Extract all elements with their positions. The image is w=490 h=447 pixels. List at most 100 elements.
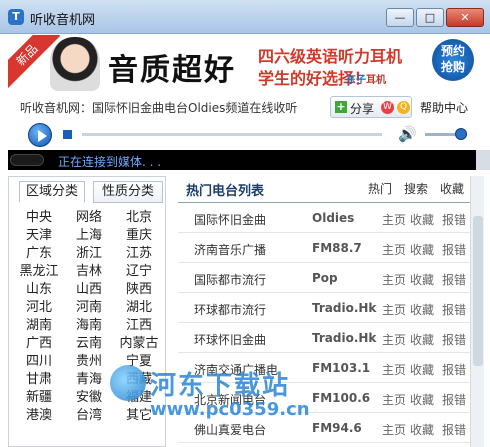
station-report-link[interactable]: 报错: [442, 361, 466, 378]
station-favorite-link[interactable]: 收藏: [410, 331, 434, 348]
region-item[interactable]: 重庆: [115, 224, 163, 243]
station-favorite-link[interactable]: 收藏: [410, 301, 434, 318]
station-report-link[interactable]: 报错: [442, 331, 466, 348]
region-item[interactable]: 山西: [65, 278, 113, 297]
station-favorite-link[interactable]: 收藏: [410, 391, 434, 408]
close-button[interactable]: ✕: [446, 8, 484, 27]
qzone-icon[interactable]: Q: [397, 101, 410, 114]
region-item[interactable]: 中央: [15, 206, 63, 225]
station-name[interactable]: 国际怀旧金曲: [194, 211, 266, 228]
station-report-link[interactable]: 报错: [442, 211, 466, 228]
region-item[interactable]: 港澳: [15, 404, 63, 423]
tab-region[interactable]: 区域分类: [19, 181, 85, 203]
vertical-scrollbar[interactable]: [470, 176, 484, 447]
minimize-button[interactable]: —: [386, 8, 414, 27]
station-report-link[interactable]: 报错: [442, 421, 466, 438]
station-row[interactable]: 国际怀旧金曲 Oldies 主页 收藏 报错: [178, 203, 470, 233]
region-item[interactable]: 上海: [65, 224, 113, 243]
station-row[interactable]: 济南音乐广播 FM88.7 主页 收藏 报错: [178, 233, 470, 263]
favorites-link[interactable]: 收藏: [440, 180, 464, 197]
region-item[interactable]: 黑龙江: [15, 260, 63, 279]
region-item[interactable]: 辽宁: [115, 260, 163, 279]
ad-banner[interactable]: 新品 音质超好 四六级英语听力耳机 学生的好选择！ 东子耳机 预约 抢购: [8, 35, 482, 93]
region-item[interactable]: 北京: [115, 206, 163, 225]
region-item[interactable]: 山东: [15, 278, 63, 297]
share-label: 分享: [350, 102, 375, 116]
watermark-name: 河东下载站: [150, 371, 291, 401]
play-button[interactable]: [28, 123, 52, 147]
station-report-link[interactable]: 报错: [442, 241, 466, 258]
station-frequency: Pop: [312, 271, 338, 285]
station-home-link[interactable]: 主页: [382, 271, 406, 288]
search-link[interactable]: 搜索: [404, 180, 428, 197]
region-item[interactable]: 吉林: [65, 260, 113, 279]
region-item[interactable]: 河南: [65, 296, 113, 315]
tab-type[interactable]: 性质分类: [93, 181, 163, 203]
station-name[interactable]: 济南音乐广播: [194, 241, 266, 258]
help-center-link[interactable]: 帮助中心: [420, 99, 468, 116]
station-row[interactable]: 环球怀旧金曲 Tradio.Hk 主页 收藏 报错: [178, 323, 470, 353]
station-row[interactable]: 国际都市流行 Pop 主页 收藏 报错: [178, 263, 470, 293]
station-favorite-link[interactable]: 收藏: [410, 361, 434, 378]
station-name[interactable]: 环球怀旧金曲: [194, 331, 266, 348]
region-item[interactable]: 甘肃: [15, 368, 63, 387]
region-item[interactable]: 台湾: [65, 404, 113, 423]
station-name[interactable]: 环球都市流行: [194, 301, 266, 318]
station-home-link[interactable]: 主页: [382, 301, 406, 318]
region-item[interactable]: 内蒙古: [115, 332, 163, 351]
region-item[interactable]: 四川: [15, 350, 63, 369]
region-item[interactable]: 网络: [65, 206, 113, 225]
region-item[interactable]: 海南: [65, 314, 113, 333]
weibo-icon[interactable]: W: [381, 101, 394, 114]
station-home-link[interactable]: 主页: [382, 391, 406, 408]
region-item[interactable]: 安徽: [65, 386, 113, 405]
ad-model-image: [50, 37, 100, 91]
maximize-button[interactable]: □: [416, 8, 444, 27]
volume-thumb[interactable]: [455, 128, 467, 140]
status-scroll-arrow[interactable]: [476, 150, 490, 170]
region-item[interactable]: 河北: [15, 296, 63, 315]
region-item[interactable]: 江西: [115, 314, 163, 333]
now-playing-text: 听收音机网：国际怀旧金曲电台Oldies频道在线收听: [20, 101, 298, 115]
status-bar: 正在连接到媒体. . .: [8, 150, 476, 170]
stop-button[interactable]: [63, 130, 72, 139]
region-item[interactable]: 贵州: [65, 350, 113, 369]
region-item[interactable]: 广西: [15, 332, 63, 351]
station-favorite-link[interactable]: 收藏: [410, 241, 434, 258]
preorder-badge[interactable]: 预约 抢购: [432, 39, 474, 81]
volume-icon[interactable]: 🔊: [398, 125, 417, 143]
station-report-link[interactable]: 报错: [442, 301, 466, 318]
scrollbar-thumb[interactable]: [473, 216, 483, 366]
region-item[interactable]: 云南: [65, 332, 113, 351]
region-item[interactable]: 江苏: [115, 242, 163, 261]
station-home-link[interactable]: 主页: [382, 241, 406, 258]
station-row[interactable]: 环球都市流行 Tradio.Hk 主页 收藏 报错: [178, 293, 470, 323]
region-item[interactable]: 湖南: [15, 314, 63, 333]
region-item[interactable]: 新疆: [15, 386, 63, 405]
status-indicator: [10, 154, 44, 166]
station-home-link[interactable]: 主页: [382, 331, 406, 348]
station-report-link[interactable]: 报错: [442, 391, 466, 408]
station-favorite-link[interactable]: 收藏: [410, 421, 434, 438]
station-report-link[interactable]: 报错: [442, 271, 466, 288]
watermark-logo-icon: [110, 365, 146, 401]
region-item[interactable]: 天津: [15, 224, 63, 243]
station-favorite-link[interactable]: 收藏: [410, 211, 434, 228]
ad-brand-suffix: 耳机: [366, 75, 386, 86]
region-item[interactable]: 浙江: [65, 242, 113, 261]
station-frequency: Oldies: [312, 211, 355, 225]
station-name[interactable]: 国际都市流行: [194, 271, 266, 288]
region-item[interactable]: 陕西: [115, 278, 163, 297]
region-item[interactable]: 湖北: [115, 296, 163, 315]
maximize-icon: □: [424, 11, 436, 24]
region-item[interactable]: 青海: [65, 368, 113, 387]
progress-slider[interactable]: [82, 133, 382, 136]
share-button[interactable]: + 分享 W Q: [330, 96, 412, 118]
region-item[interactable]: 广东: [15, 242, 63, 261]
station-home-link[interactable]: 主页: [382, 211, 406, 228]
status-text: 正在连接到媒体. . .: [58, 155, 162, 169]
hot-link[interactable]: 热门: [368, 180, 392, 197]
station-home-link[interactable]: 主页: [382, 361, 406, 378]
station-home-link[interactable]: 主页: [382, 421, 406, 438]
station-favorite-link[interactable]: 收藏: [410, 271, 434, 288]
